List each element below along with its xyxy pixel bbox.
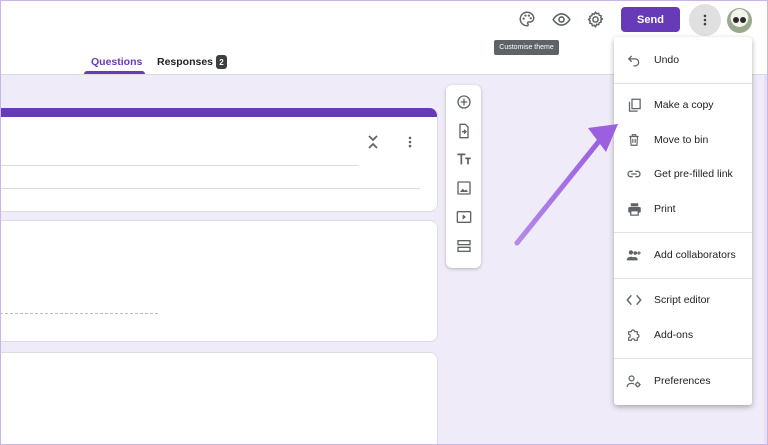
add-people-icon (626, 247, 642, 263)
add-video-icon[interactable] (453, 206, 475, 228)
title-underline (0, 165, 358, 166)
responses-count-badge: 2 (216, 55, 227, 69)
add-title-icon[interactable] (453, 148, 475, 170)
menu-item-label: Script editor (654, 294, 711, 306)
puzzle-icon (626, 327, 642, 343)
menu-item-add-collaborators[interactable]: Add collaborators (614, 240, 752, 270)
eye-icon[interactable] (548, 6, 574, 32)
link-icon (626, 166, 642, 182)
print-icon (626, 201, 642, 217)
menu-divider (614, 232, 752, 233)
menu-item-label: Preferences (654, 375, 711, 387)
undo-icon (626, 52, 642, 68)
person-settings-icon (626, 373, 642, 389)
menu-item-script-editor[interactable]: Script editor (614, 285, 752, 315)
menu-item-print[interactable]: Print (614, 194, 752, 224)
menu-item-label: Add-ons (654, 329, 694, 341)
theme-band (0, 108, 437, 117)
import-questions-icon[interactable] (453, 120, 475, 142)
menu-item-preferences[interactable]: Preferences (614, 366, 752, 396)
trash-icon (626, 132, 642, 148)
scrollbar[interactable] (764, 75, 768, 445)
form-header-card[interactable] (0, 108, 438, 212)
question-card[interactable] (0, 352, 438, 445)
question-card[interactable] (0, 220, 438, 342)
more-options-menu: Undo Make a copy Move to bin Get pre-fil… (614, 37, 752, 405)
collapse-icon[interactable] (366, 134, 380, 150)
menu-item-add-ons[interactable]: Add-ons (614, 320, 752, 350)
more-options-button[interactable] (689, 4, 721, 36)
menu-item-get-pre-filled-link[interactable]: Get pre-filled link (614, 159, 752, 189)
menu-item-make-a-copy[interactable]: Make a copy (614, 90, 752, 120)
floating-toolbar (446, 85, 481, 268)
send-button[interactable]: Send (621, 7, 680, 32)
add-image-icon[interactable] (453, 177, 475, 199)
menu-item-label: Get pre-filled link (654, 168, 733, 180)
tooltip: Customise theme (494, 40, 559, 55)
answer-placeholder-line (0, 313, 158, 314)
gear-icon[interactable] (582, 6, 608, 32)
menu-item-label: Make a copy (654, 99, 714, 111)
menu-divider (614, 83, 752, 84)
avatar[interactable] (727, 8, 752, 33)
menu-item-undo[interactable]: Undo (614, 45, 752, 75)
add-question-icon[interactable] (453, 91, 475, 113)
tab-responses[interactable]: Responses (157, 56, 213, 68)
menu-item-label: Print (654, 203, 676, 215)
palette-icon[interactable] (514, 6, 540, 32)
menu-item-label: Undo (654, 54, 680, 66)
menu-divider (614, 278, 752, 279)
description-underline (0, 188, 420, 189)
tab-questions[interactable]: Questions (91, 56, 142, 68)
more-vert-icon[interactable] (403, 135, 417, 149)
code-icon (626, 292, 642, 308)
menu-item-label: Add collaborators (654, 249, 736, 261)
menu-item-label: Move to bin (654, 134, 709, 146)
more-vert-icon (703, 14, 707, 26)
add-section-icon[interactable] (453, 235, 475, 257)
menu-divider (614, 358, 752, 359)
active-tab-indicator (84, 71, 145, 74)
menu-item-move-to-bin[interactable]: Move to bin (614, 125, 752, 155)
copy-icon (626, 97, 642, 113)
